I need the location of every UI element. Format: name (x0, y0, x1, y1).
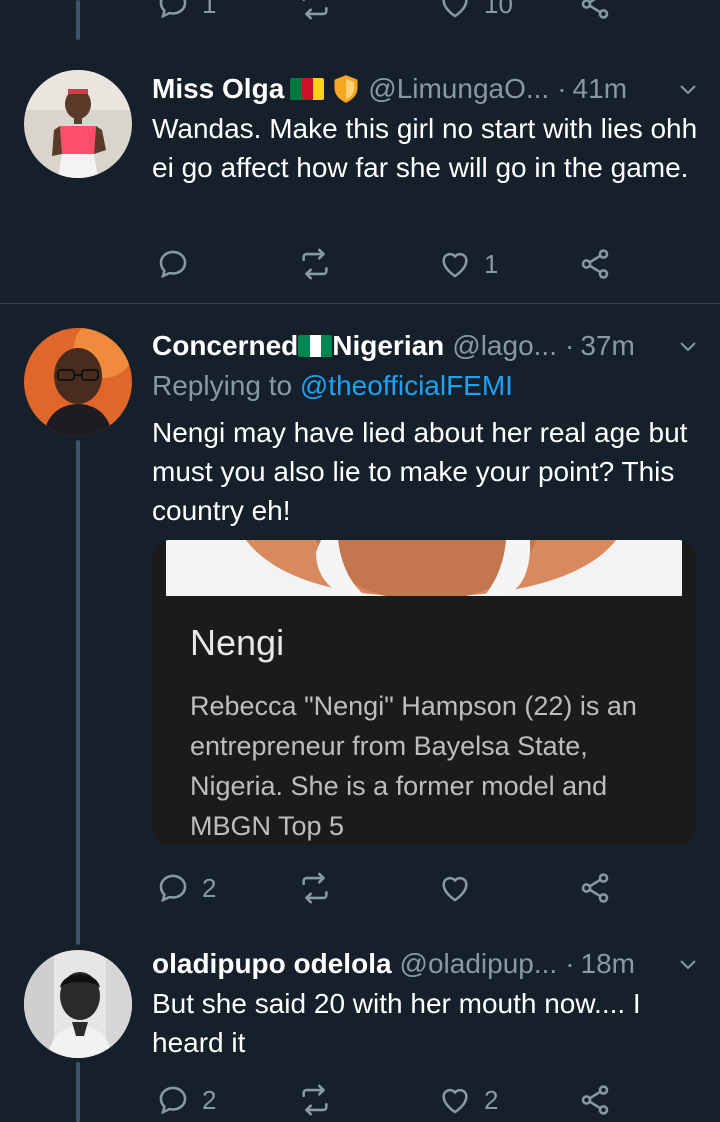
thread-line-tweet2 (76, 440, 80, 945)
timestamp[interactable]: 37m (580, 330, 634, 362)
share-button[interactable] (578, 0, 612, 24)
shield-icon (334, 75, 358, 103)
share-icon (581, 873, 609, 903)
reply-count: 1 (202, 0, 217, 19)
like-button[interactable] (438, 868, 472, 908)
retweet-button[interactable] (298, 1080, 332, 1120)
heart-icon (442, 0, 468, 18)
reply-icon (159, 874, 187, 903)
display-name[interactable]: oladipupo odelola (152, 948, 392, 980)
reply-icon (159, 1086, 187, 1115)
timestamp[interactable]: 18m (581, 948, 635, 980)
avatar-miss-olga[interactable] (24, 70, 132, 178)
retweet-icon (302, 0, 328, 20)
tweet-text: Nengi may have lied about her real age b… (152, 417, 688, 526)
avatar-oladipupo-odelola[interactable] (24, 950, 132, 1058)
tweet-text: Wandas. Make this girl no start with lie… (152, 113, 698, 183)
separator-dot: · (557, 73, 567, 104)
retweet-icon (302, 248, 328, 280)
share-button[interactable] (578, 244, 612, 284)
tweet-divider (0, 303, 720, 304)
display-name[interactable]: Miss Olga (152, 73, 284, 105)
separator-dot: · (564, 330, 575, 361)
like-button[interactable]: 1 (438, 244, 498, 284)
display-name-part1[interactable]: Concerned (152, 330, 298, 362)
thread-line-tweet3 (76, 1062, 80, 1122)
card-title: Nengi (190, 622, 285, 663)
thread-line-top (76, 0, 80, 40)
reply-button[interactable]: 1 (156, 0, 216, 24)
cameroon-flag-icon (290, 78, 325, 100)
share-icon (581, 249, 609, 279)
avatar-concerned-nigerian[interactable] (24, 328, 132, 436)
retweet-icon (302, 1084, 328, 1116)
heart-icon (442, 876, 468, 902)
card-image-top (166, 540, 682, 596)
user-handle[interactable]: @LimungaO... (368, 73, 549, 105)
replying-to-label: Replying to (152, 370, 293, 401)
user-handle[interactable]: @lago... (452, 330, 557, 362)
share-button[interactable] (578, 868, 612, 908)
chevron-down-icon[interactable] (676, 334, 700, 358)
tweet-text: But she said 20 with her mouth now.... I… (152, 988, 641, 1058)
like-button[interactable]: 2 (438, 1080, 498, 1120)
card-text: Rebecca "Nengi" Hampson (22) is an entre… (190, 691, 637, 841)
separator-dot: · (565, 948, 575, 979)
retweet-button[interactable] (298, 0, 332, 24)
tweet-header: Concerned Nigerian @lago... · 37m (152, 326, 700, 366)
share-button[interactable] (578, 1080, 612, 1120)
chevron-down-icon[interactable] (676, 77, 700, 101)
reply-button[interactable]: 2 (156, 1080, 216, 1120)
reply-count: 2 (202, 1084, 217, 1115)
tweet-header: Miss Olga @LimungaO... · 41m (152, 69, 700, 109)
share-icon (581, 0, 609, 19)
tweet-header: oladipupo odelola @oladipup... · 18m (152, 944, 700, 984)
timestamp[interactable]: 41m (573, 73, 627, 105)
share-icon (581, 1085, 609, 1115)
heart-icon (442, 252, 468, 278)
like-count: 1 (484, 248, 499, 279)
user-handle[interactable]: @oladipup... (400, 948, 558, 980)
like-button[interactable]: 10 (438, 0, 513, 24)
mention-link[interactable]: @theofficialFEMI (300, 370, 513, 401)
like-count: 2 (484, 1084, 499, 1115)
nigeria-flag-icon (298, 335, 333, 357)
retweet-button[interactable] (298, 244, 332, 284)
reply-icon (159, 0, 187, 19)
reply-button[interactable]: 2 (156, 868, 216, 908)
retweet-button[interactable] (298, 868, 332, 908)
reply-icon (159, 250, 187, 279)
chevron-down-icon[interactable] (676, 952, 700, 976)
display-name-part2[interactable]: Nigerian (332, 330, 444, 362)
heart-icon (442, 1088, 468, 1114)
like-count: 10 (484, 0, 513, 19)
retweet-icon (302, 872, 328, 904)
reply-count: 2 (202, 872, 217, 903)
reply-button[interactable] (156, 244, 190, 284)
replying-to: Replying to @theofficialFEMI (152, 370, 513, 402)
